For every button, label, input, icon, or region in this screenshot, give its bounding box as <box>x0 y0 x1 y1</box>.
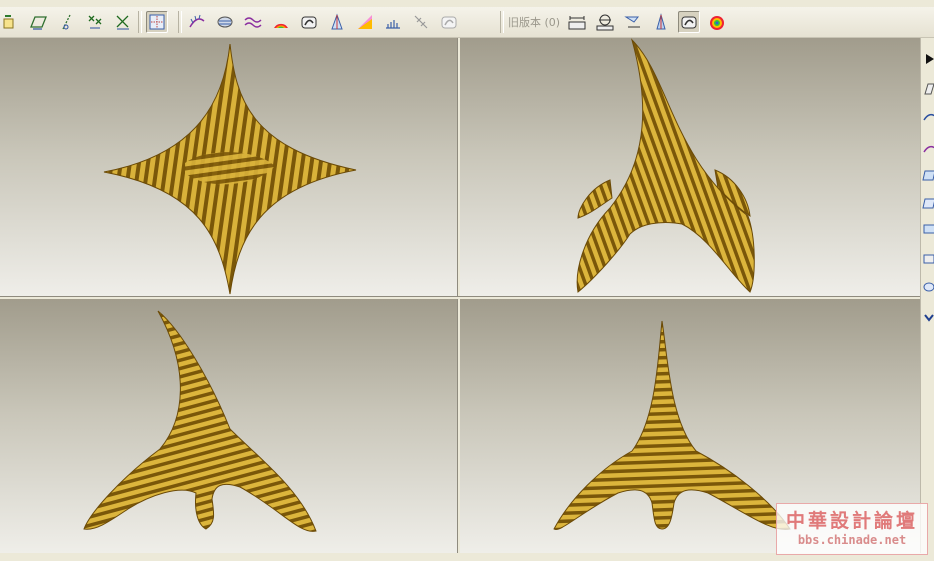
draft-check-button[interactable] <box>650 11 672 33</box>
datum-point-button[interactable] <box>84 11 106 33</box>
old-version-label: 旧版本 (0) <box>508 16 561 29</box>
play-arrow-icon <box>922 52 934 66</box>
datum-csys-button[interactable] <box>0 11 22 33</box>
measure-angle-button[interactable] <box>622 11 644 33</box>
expand-chevron-icon <box>922 310 934 324</box>
surface-extend-button[interactable] <box>922 222 934 236</box>
boundary-blend-icon <box>922 142 934 156</box>
model-top-view <box>103 43 357 295</box>
offset-analysis-button[interactable] <box>410 11 432 33</box>
surface-icon <box>922 168 934 182</box>
datum-csys-icon <box>2 13 20 31</box>
expand-chevron-button[interactable] <box>922 310 934 324</box>
toolbar-separator <box>138 11 142 33</box>
sketch-toolbar-group <box>146 10 174 34</box>
model-iso-view <box>576 38 755 293</box>
datum-point-icon <box>86 13 104 31</box>
color-map-button[interactable] <box>706 11 728 33</box>
measure-angle-icon <box>624 13 642 31</box>
draft-analysis-icon <box>328 13 346 31</box>
datum-csys-tools-icon <box>114 13 132 31</box>
forum-watermark: 中華設計論壇 bbs.chinade.net <box>776 503 928 555</box>
section-analysis-icon <box>216 13 234 31</box>
right-feature-toolbar <box>920 38 934 553</box>
viewport-divider-horizontal[interactable] <box>0 296 920 299</box>
menu-strip-partial <box>0 0 934 7</box>
dihedral-angle-icon <box>384 13 402 31</box>
datum-plane-button[interactable] <box>28 11 50 33</box>
surface-fill-icon <box>922 196 934 210</box>
curvature-analysis-button[interactable] <box>186 11 208 33</box>
deviation-analysis-button[interactable] <box>438 11 460 33</box>
analysis-toolbar-group <box>186 10 466 34</box>
watermark-url: bbs.chinade.net <box>797 533 907 547</box>
section-analysis-button[interactable] <box>214 11 236 33</box>
surface-merge-button[interactable] <box>922 252 934 266</box>
measure-distance-button[interactable] <box>566 11 588 33</box>
measure-diameter-button[interactable] <box>594 11 616 33</box>
datum-axis-button[interactable] <box>56 11 78 33</box>
dihedral-angle-button[interactable] <box>382 11 404 33</box>
surface-button[interactable] <box>922 168 934 182</box>
surface-extend-icon <box>922 222 934 236</box>
shade-toggle-button[interactable] <box>678 11 701 33</box>
surface-fill-button[interactable] <box>922 196 934 210</box>
toolbar: 旧版本 (0) <box>0 7 934 38</box>
viewport-iso-view[interactable] <box>460 38 920 296</box>
reflection-analysis-icon <box>272 13 290 31</box>
viewport-front-view[interactable] <box>0 299 457 553</box>
deviation-analysis-icon <box>440 13 458 31</box>
datum-csys-tools-button[interactable] <box>112 11 134 33</box>
watermark-title: 中華設計論壇 <box>785 510 918 532</box>
datum-toolbar-group <box>0 10 140 34</box>
curve-wave-button[interactable] <box>242 11 264 33</box>
curve-arc-button[interactable] <box>922 110 934 124</box>
reflection-analysis-button[interactable] <box>270 11 292 33</box>
curvature-analysis-icon <box>188 13 206 31</box>
measure-toolbar-group: 旧版本 (0) <box>506 10 734 34</box>
measure-diameter-icon <box>596 13 614 31</box>
curve-wave-icon <box>244 13 262 31</box>
toolbar-separator <box>500 11 504 33</box>
measure-distance-icon <box>568 13 586 31</box>
play-button[interactable] <box>922 52 934 66</box>
shade-analysis-button[interactable] <box>298 11 320 33</box>
boundary-blend-button[interactable] <box>922 142 934 156</box>
toolbar-separator <box>178 11 182 33</box>
slope-analysis-button[interactable] <box>354 11 376 33</box>
shade-toggle-icon <box>680 13 698 31</box>
sketch-grid-button[interactable] <box>146 11 168 33</box>
draft-analysis-button[interactable] <box>326 11 348 33</box>
surface-merge-icon <box>922 252 934 266</box>
draft-check-icon <box>652 13 670 31</box>
surface-trim-button[interactable] <box>922 280 934 294</box>
shade-analysis-icon <box>300 13 318 31</box>
model-front-view <box>83 310 317 532</box>
datum-plane-icon <box>30 13 48 31</box>
sketch-grid-icon <box>148 13 166 31</box>
color-map-icon <box>708 13 726 31</box>
surface-trim-icon <box>922 280 934 294</box>
viewport-top-view[interactable] <box>0 38 457 296</box>
curve-arc-icon <box>922 110 934 124</box>
offset-analysis-icon <box>412 13 430 31</box>
datum-axis-icon <box>58 13 76 31</box>
slope-analysis-icon <box>356 13 374 31</box>
datum-sketch-icon <box>922 82 934 96</box>
datum-sketch-button[interactable] <box>922 82 934 96</box>
